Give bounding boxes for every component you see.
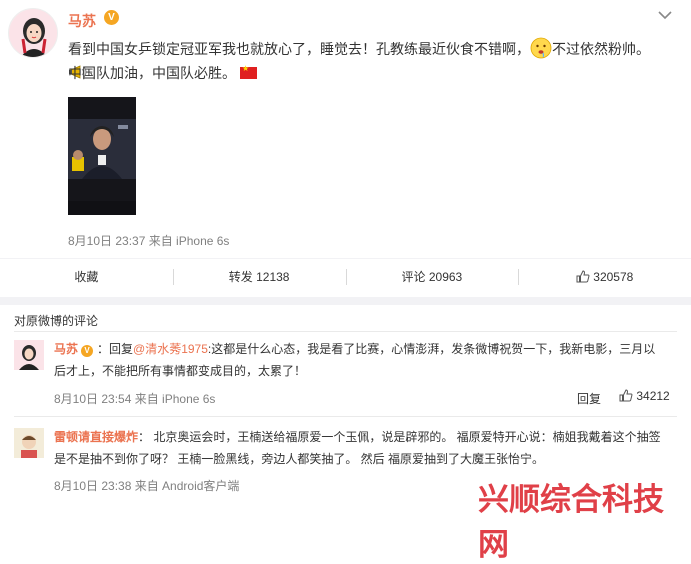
- chevron-down-icon[interactable]: [658, 10, 672, 20]
- comment-timestamp[interactable]: 8月10日 23:54 来自 iPhone 6s: [54, 390, 215, 407]
- like-count: 320578: [593, 270, 634, 284]
- post-timestamp-source[interactable]: 8月10日 23:37 来自 iPhone 6s: [68, 232, 229, 249]
- reply-button[interactable]: 回复: [577, 390, 601, 407]
- favorite-label: 收藏: [74, 270, 99, 284]
- site-watermark: 兴顺综合科技网: [478, 482, 664, 562]
- post-image-thumbnail[interactable]: [68, 97, 136, 215]
- comment-author-name[interactable]: 雷顿请直接爆炸: [54, 430, 138, 444]
- weibo-post: 马苏 V 看到中国女乒锁定冠亚军我也就放心了，睡觉去！孔教练最近伙食不错啊， 不…: [0, 0, 691, 297]
- comment-like-count: 34212: [636, 389, 670, 403]
- comment-label: 评论 20963: [401, 270, 463, 284]
- comment-text: 马苏 V ：回复@清水莠1975:这都是什么心态，我是看了比赛，心情澎湃，发条微博祝…: [54, 338, 664, 382]
- section-separator: [0, 297, 691, 305]
- china-flag-icon: [240, 64, 257, 79]
- drooling-emoji-icon: [530, 37, 552, 59]
- post-text-part1: 看到中国女乒锁定冠亚军我也就放心了，睡觉去！孔教练最近伙食不错啊，: [68, 41, 530, 57]
- post-text-part2: 不过依然粉帅。: [552, 41, 650, 57]
- verified-badge-icon: V: [104, 10, 119, 25]
- comment-avatar[interactable]: [14, 340, 44, 370]
- post-author-name[interactable]: 马苏: [68, 11, 96, 31]
- comment-avatar[interactable]: [14, 428, 44, 458]
- post-line2-text: 中国队加油，中国队必胜。: [68, 65, 236, 81]
- favorite-button[interactable]: 收藏: [0, 259, 173, 294]
- verified-badge-icon: V: [81, 345, 94, 357]
- comments-title-divider: [14, 331, 677, 332]
- repost-label: 转发 12138: [228, 270, 290, 284]
- comment-reply-prefix: ：回复: [97, 342, 134, 356]
- like-button[interactable]: 320578: [518, 259, 691, 294]
- mention-link[interactable]: @清水莠1975: [133, 342, 208, 356]
- thumbs-up-icon: [619, 389, 633, 402]
- comment-like-button[interactable]: 34212: [619, 389, 670, 403]
- comment-text: 雷顿请直接爆炸： 北京奥运会时，王楠送给福原爱一个玉佩，说是辟邪的。 福原爱特开…: [54, 426, 664, 470]
- thumbs-up-icon: [576, 270, 590, 283]
- author-avatar[interactable]: [8, 8, 58, 58]
- comments-section-title: 对原微博的评论: [14, 314, 99, 328]
- post-text-line2: 中国队加油，中国队必胜。: [68, 63, 257, 83]
- comment-divider: [14, 416, 677, 417]
- comment-button[interactable]: 评论 20963: [345, 259, 519, 294]
- comment-body: ： 北京奥运会时，王楠送给福原爱一个玉佩，说是辟邪的。 福原爱特开心说：楠姐我戴…: [54, 430, 661, 466]
- comment-author-name[interactable]: 马苏: [54, 342, 78, 356]
- comment-timestamp[interactable]: 8月10日 23:38 来自 Android客户端: [54, 477, 239, 494]
- post-action-bar: 收藏 转发 12138 评论 20963 320578: [0, 258, 691, 294]
- repost-button[interactable]: 转发 12138: [172, 259, 346, 294]
